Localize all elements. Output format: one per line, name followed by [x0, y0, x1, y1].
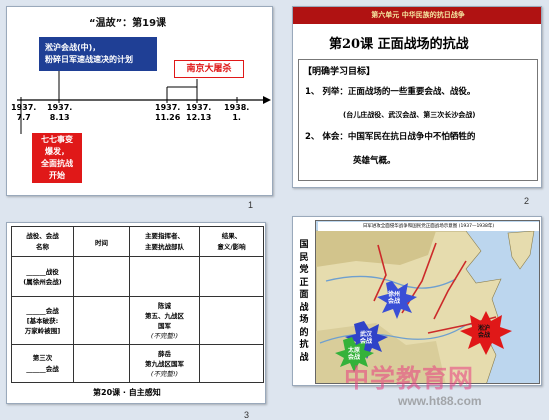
cell-time: [73, 256, 130, 297]
table-header-row: 战役、会战 名称 时间 主要指挥者、 主要抗战部队 结果、 意义/影响: [11, 226, 264, 257]
cell-battle-name: 第三次 ______会战: [11, 344, 74, 383]
map-title: 日军进攻全面侵华战争和国民党正面战场示意图 (1937—1938年): [318, 222, 539, 231]
date-1: 1937. 7.7: [11, 103, 37, 122]
july7-incident-box: 七七事变 爆发， 全面抗战 开始: [32, 133, 82, 183]
objectives-heading: 【明确学习目标】: [303, 67, 376, 77]
table-row: ______战役 (属徐州会战): [11, 256, 264, 297]
timeline-arrow: [263, 96, 271, 104]
label-xuzhou: 徐州 会战: [388, 291, 401, 305]
objective-1-sub: (台儿庄战役、武汉会战、第三次长沙会战): [343, 111, 476, 119]
slide-number-1: 1: [248, 200, 254, 210]
cell-commander: [129, 256, 200, 297]
table-row: ______会战 [基本破获: 万家岭被围] 陈诚 第五、九战区 国军 (不完整!): [11, 296, 264, 345]
date-5: 1938. 1.: [224, 103, 250, 122]
date-2: 1937. 8.13: [47, 103, 73, 122]
label-songhu: 淞沪 会战: [478, 325, 491, 339]
slide-thumbnail-1[interactable]: “温故”：第19课 淞沪会战(中)， 粉碎日军速战速决的计划 南京大屠杀 193…: [6, 6, 273, 196]
cell-battle-name: ______会战 [基本破获: 万家岭被围]: [11, 296, 74, 345]
vertical-title: 国民党 正面战 场的抗 战: [299, 240, 309, 363]
watermark-logo: 中学教育网: [344, 364, 475, 393]
unit-header-text: 第六单元 中华民族的抗日战争: [371, 11, 465, 19]
label-wuhan: 武汉 会战: [360, 331, 373, 345]
objectives-box: 【明确学习目标】 1、 列举：正面战场的一些重要会战、战役。 (台儿庄战役、武汉…: [298, 59, 538, 181]
unit-header-bar: 第六单元 中华民族的抗日战争: [293, 7, 541, 24]
watermark-url: www.ht88.com: [398, 394, 482, 408]
header-cell-time: 时间: [73, 226, 130, 257]
objective-1: 1、 列举：正面战场的一些重要会战、战役。: [305, 87, 476, 97]
slide-number-2: 2: [524, 196, 530, 206]
header-cell-commander: 主要指挥者、 主要抗战部队: [129, 226, 200, 257]
table-row: 第三次 ______会战 薛岳 第九战区国军 (不完整!): [11, 344, 264, 383]
slide3-footer: 第20课 · 自主感知: [93, 388, 161, 397]
objective-2-line2: 英雄气概。: [353, 156, 396, 166]
cell-result: [199, 344, 264, 383]
date-3: 1937. 11.26: [155, 103, 181, 122]
slide-thumbnail-2[interactable]: 第六单元 中华民族的抗日战争 第20课 正面战场的抗战 【明确学习目标】 1、 …: [292, 6, 542, 188]
battle-table: 战役、会战 名称 时间 主要指挥者、 主要抗战部队 结果、 意义/影响 ______战…: [11, 226, 264, 383]
cell-result: [199, 296, 264, 345]
cell-commander: 陈诚 第五、九战区 国军 (不完整!): [129, 296, 200, 345]
cell-commander: 薛岳 第九战区国军 (不完整!): [129, 344, 200, 383]
date-4: 1937. 12.13: [186, 103, 212, 122]
slide-thumbnail-3[interactable]: 战役、会战 名称 时间 主要指挥者、 主要抗战部队 结果、 意义/影响 ______战…: [6, 222, 266, 404]
header-cell-name: 战役、会战 名称: [11, 226, 74, 257]
cell-result: [199, 256, 264, 297]
header-cell-result: 结果、 意义/影响: [199, 226, 264, 257]
korea-peninsula: [507, 230, 535, 270]
lesson-title: 第20课 正面战场的抗战: [329, 37, 469, 52]
cell-battle-name: ______战役 (属徐州会战): [11, 256, 74, 297]
cell-time: [73, 344, 130, 383]
cell-time: [73, 296, 130, 345]
objective-2-line1: 2、 体会：中国军民在抗日战争中不怕牺牲的: [305, 132, 476, 142]
